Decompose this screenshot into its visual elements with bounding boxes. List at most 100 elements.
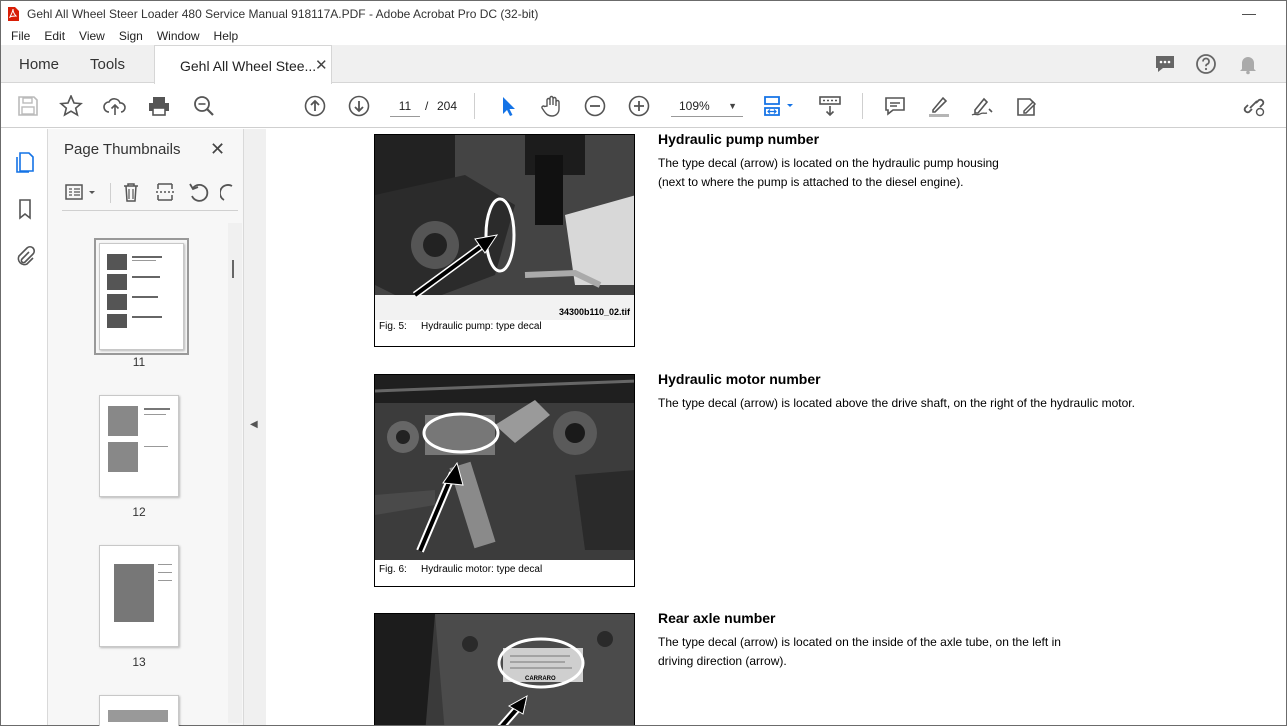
page-thumbnail-12[interactable] [99, 395, 179, 497]
minimize-button[interactable]: — [1242, 5, 1256, 21]
share-link-icon[interactable] [1242, 95, 1266, 117]
hydraulic-pump-photo [375, 135, 634, 320]
thumbnail-text [158, 572, 172, 573]
thumbnail-figure [108, 406, 138, 436]
comment-bubble-icon[interactable] [1154, 53, 1176, 75]
section-text-line: The type decal (arrow) is located above … [658, 396, 1135, 410]
select-cursor-icon[interactable] [497, 95, 521, 117]
page-number-input[interactable]: 11 [390, 95, 420, 117]
thumbnail-page-number: 11 [132, 355, 146, 369]
thumbnail-figure [108, 442, 138, 472]
thumbnail-text [132, 316, 162, 318]
tab-tools[interactable]: Tools [90, 56, 125, 73]
section-text-line: The type decal (arrow) is located on the… [658, 156, 999, 170]
menu-file[interactable]: File [11, 29, 30, 43]
page-thumbnail-14[interactable] [99, 695, 179, 726]
close-panel-icon[interactable]: ✕ [210, 139, 225, 160]
section-text-line: The type decal (arrow) is located on the… [658, 635, 1061, 649]
tab-home[interactable]: Home [19, 56, 59, 73]
page-thumbnail-13[interactable] [99, 545, 179, 647]
rotate-page-clockwise-icon[interactable] [220, 181, 234, 203]
add-comment-icon[interactable] [883, 95, 907, 117]
page-total: 204 [437, 99, 458, 113]
thumbnail-text [158, 580, 172, 581]
chevron-down-icon: ▼ [728, 101, 737, 111]
thumbnail-figure [107, 254, 127, 270]
panel-divider [110, 183, 111, 203]
thumbnail-options-icon[interactable] [64, 181, 100, 203]
page-thumbnails-icon[interactable] [14, 151, 36, 173]
menu-edit[interactable]: Edit [44, 29, 65, 43]
help-icon[interactable] [1195, 53, 1217, 75]
thumbnail-figure [107, 294, 127, 310]
notifications-bell-icon[interactable] [1237, 53, 1259, 75]
delete-page-icon[interactable] [120, 181, 142, 203]
thumbnail-text [132, 260, 156, 261]
section-text: The type decal (arrow) is located on the… [658, 154, 999, 192]
save-icon[interactable] [16, 95, 40, 117]
section-text-line: driving direction (arrow). [658, 654, 787, 668]
search-zoom-icon[interactable] [192, 95, 216, 117]
figure-hydraulic-motor: Fig. 6: Hydraulic motor: type decal [374, 374, 635, 587]
figure-file-tag: 34300b110_02.tif [559, 307, 631, 317]
thumbnail-figure [114, 564, 154, 622]
section-heading: Rear axle number [658, 610, 776, 626]
next-page-icon[interactable] [347, 95, 371, 117]
menu-sign[interactable]: Sign [119, 29, 143, 43]
extract-pages-icon[interactable] [154, 181, 176, 203]
menu-view[interactable]: View [79, 29, 105, 43]
carraro-decal-text: CARRARO [525, 676, 556, 682]
page-fit-icon[interactable] [761, 95, 797, 117]
figure-caption: Fig. 5: Hydraulic pump: type decal [379, 321, 542, 332]
zoom-in-icon[interactable] [627, 95, 651, 117]
thumbnail-text [144, 446, 168, 447]
menu-help[interactable]: Help [214, 29, 239, 43]
tab-document-label: Gehl All Wheel Stee... [180, 58, 317, 74]
previous-page-icon[interactable] [303, 95, 327, 117]
rotate-page-icon[interactable] [188, 181, 210, 203]
toolbar-divider [474, 93, 475, 119]
figure-number: Fig. 6: [379, 564, 407, 575]
thumbnail-page-number: 12 [132, 505, 146, 519]
main-toolbar: 11 / 204 109% ▼ [1, 84, 1286, 128]
highlight-pen-icon[interactable] [927, 95, 951, 117]
figure-number: Fig. 5: [379, 321, 407, 332]
acrobat-app-icon [8, 7, 19, 21]
section-text: The type decal (arrow) is located on the… [658, 633, 1061, 671]
zoom-level-select[interactable]: 109% ▼ [671, 95, 743, 117]
zoom-out-icon[interactable] [583, 95, 607, 117]
scroll-mode-icon[interactable] [818, 95, 842, 117]
attachments-paperclip-icon[interactable] [14, 245, 36, 267]
tab-document[interactable]: Gehl All Wheel Stee... ✕ [154, 45, 332, 84]
draw-sign-icon[interactable] [970, 95, 994, 117]
print-icon[interactable] [147, 95, 171, 117]
bookmark-star-icon[interactable] [59, 95, 83, 117]
fill-sign-icon[interactable] [1014, 95, 1038, 117]
thumbnail-text [132, 296, 158, 298]
panel-toolbar [62, 177, 238, 211]
figure-rear-axle: CARRARO [374, 613, 635, 725]
hand-tool-icon[interactable] [540, 95, 564, 117]
zoom-level-value: 109% [679, 99, 710, 113]
thumbnail-text [144, 414, 166, 415]
thumbnails-scrollbar[interactable] [228, 223, 242, 723]
navigation-rail [1, 129, 48, 725]
panel-title: Page Thumbnails [64, 141, 181, 158]
thumbnail-figure [107, 274, 127, 290]
page-thumbnail-11[interactable] [94, 238, 189, 355]
toolbar-divider [862, 93, 863, 119]
figure-caption: Fig. 6: Hydraulic motor: type decal [379, 564, 542, 575]
bookmarks-icon[interactable] [14, 198, 36, 220]
upload-cloud-icon[interactable] [103, 95, 127, 117]
menu-window[interactable]: Window [157, 29, 200, 43]
document-view[interactable]: 34300b110_02.tif Fig. 5: Hydraulic pump: … [266, 129, 1286, 725]
menu-bar: File Edit View Sign Window Help [1, 27, 1286, 45]
collapse-panel-icon[interactable]: ◀ [250, 419, 258, 430]
page-separator: / [425, 99, 429, 113]
close-tab-icon[interactable]: ✕ [315, 56, 328, 74]
figure-caption-text: Hydraulic motor: type decal [421, 564, 543, 575]
thumbnail-text [132, 256, 162, 258]
thumbnail-text [144, 408, 170, 410]
thumbnails-scroll-thumb[interactable] [232, 260, 234, 278]
thumbnail-page-number: 13 [132, 655, 146, 669]
